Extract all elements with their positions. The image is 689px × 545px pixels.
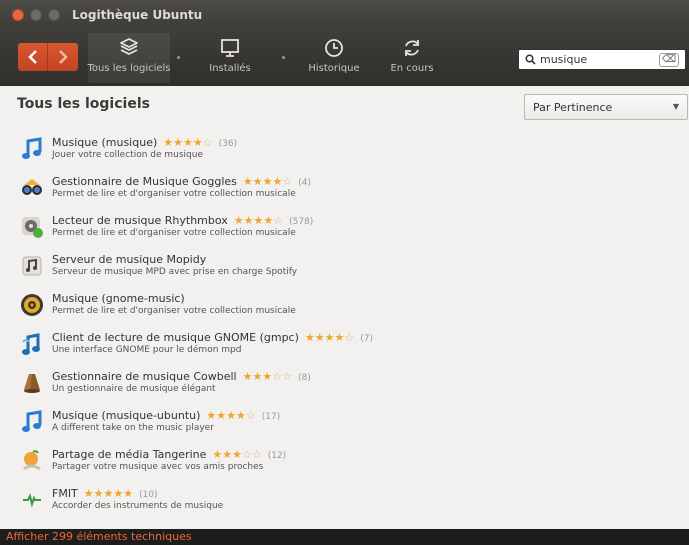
forward-button[interactable] [48,43,78,71]
progress-icon [401,33,423,63]
list-item[interactable]: Partage de média Tangerine ★★★☆☆ (12) Pa… [0,442,689,481]
list-item[interactable]: Musique (gnome-music) Permet de lire et … [0,286,689,325]
chevron-down-icon: ▼ [672,102,679,111]
close-window-button[interactable] [12,9,24,21]
rating-count: (17) [261,412,281,422]
rating-count: (10) [139,490,158,500]
rating-count: (8) [297,373,311,383]
app-description: Permet de lire et d'organiser votre coll… [52,228,296,238]
clear-search-icon[interactable]: ⌫ [658,53,679,67]
app-description: Serveur de musique MPD avec prise en cha… [52,267,298,277]
app-description: Un gestionnaire de musique élégant [52,384,216,394]
app-name: Serveur de musique Mopidy [52,253,207,266]
window-title: Logithèque Ubuntu [72,8,203,22]
app-description: Permet de lire et d'organiser votre coll… [52,189,296,199]
rating-count: (12) [267,451,287,461]
tab-history[interactable]: Historique [296,33,372,83]
rating-stars: ★★★★☆ [242,175,293,188]
app-description: A different take on the music player [52,423,214,433]
app-description: Une interface GNOME pour le démon mpd [52,345,242,355]
rating-stars: ★★★★☆ [206,409,256,422]
app-description: Accorder des instruments de musique [52,501,224,511]
page-title: Tous les logiciels [17,96,150,112]
cowbell-icon [19,370,45,396]
rating-stars: ★★★☆☆ [212,448,262,461]
music-note-icon [19,136,45,162]
app-name: Musique (musique) [52,136,158,149]
app-name: Client de lecture de musique GNOME (gmpc… [52,331,299,344]
rating-count: (7) [360,334,373,344]
rhythmbox-icon [19,214,45,240]
rating-count: (4) [298,178,311,188]
history-icon [323,33,345,63]
toolbar-separator [282,56,285,59]
chevron-left-icon [27,50,37,64]
list-item[interactable]: Lecteur de musique Rhythmbox ★★★★☆ (578)… [0,208,689,247]
installed-icon [219,33,241,63]
tab-installed[interactable]: Installés [195,33,265,83]
app-name: Musique (gnome-music) [52,292,185,305]
app-description: Jouer votre collection de musique [52,150,203,160]
toolbar-separator [177,56,180,59]
rating-count: (578) [289,217,314,227]
tab-label: En cours [390,63,434,74]
list-item[interactable]: FMIT ★★★★★ (10) Accorder des instruments… [0,481,689,520]
rating-stars: ★★★☆☆ [242,370,292,383]
all-software-icon [118,33,140,63]
app-name: Lecteur de musique Rhythmbox [52,214,228,227]
title-bar: Logithèque Ubuntu [0,0,689,30]
tab-all-software[interactable]: Tous les logiciels [87,33,171,83]
minimize-window-button[interactable] [30,9,42,21]
rating-count: (36) [218,139,238,149]
back-button[interactable] [18,43,48,71]
list-item[interactable]: Musique (musique-ubuntu) ★★★★☆ (17) A di… [0,403,689,442]
list-item[interactable]: Client de lecture de musique GNOME (gmpc… [0,325,689,364]
list-item[interactable]: Gestionnaire de Musique Goggles ★★★★☆ (4… [0,169,689,208]
gmpc-icon [19,331,45,357]
show-technical-items-link[interactable]: Afficher 299 éléments techniques [6,530,192,543]
app-name: Musique (musique-ubuntu) [52,409,201,422]
maximize-window-button[interactable] [48,9,60,21]
list-item[interactable]: Musique (musique) ★★★★☆ (36) Jouer votre… [0,130,689,169]
navigation-buttons [18,43,78,71]
search-icon [525,54,536,65]
mopidy-icon [19,253,45,279]
tab-in-progress[interactable]: En cours [382,33,442,83]
sort-selected-value: Par Pertinence [533,100,613,114]
list-item[interactable]: Serveur de musique Mopidy Serveur de mus… [0,247,689,286]
app-description: Partager votre musique avec vos amis pro… [52,462,264,472]
app-name: FMIT [52,487,78,500]
app-name: Partage de média Tangerine [52,448,207,461]
list-item[interactable]: Gestionnaire de musique Cowbell ★★★☆☆ (8… [0,364,689,403]
chevron-right-icon [59,50,68,64]
tab-label: Installés [209,63,251,74]
technical-items-bar[interactable]: Afficher 299 éléments techniques [0,529,689,545]
search-field[interactable]: ⌫ [518,49,686,70]
rating-stars: ★★★★☆ [304,331,355,344]
app-name: Gestionnaire de Musique Goggles [52,175,237,188]
rating-stars: ★★★★☆ [233,214,284,227]
tangerine-icon [19,448,45,474]
speaker-icon [19,292,45,318]
fmit-icon [19,487,45,513]
tab-label: Historique [308,63,360,74]
sort-dropdown[interactable]: Par Pertinence ▼ [524,94,688,120]
tab-label: Tous les logiciels [87,63,171,74]
app-name: Gestionnaire de musique Cowbell [52,370,237,383]
search-input[interactable] [540,53,650,66]
rating-stars: ★★★★★ [83,487,134,500]
goggles-icon [19,175,45,201]
music-note-icon [19,409,45,435]
rating-stars: ★★★★☆ [163,136,213,149]
app-description: Permet de lire et d'organiser votre coll… [52,306,296,316]
